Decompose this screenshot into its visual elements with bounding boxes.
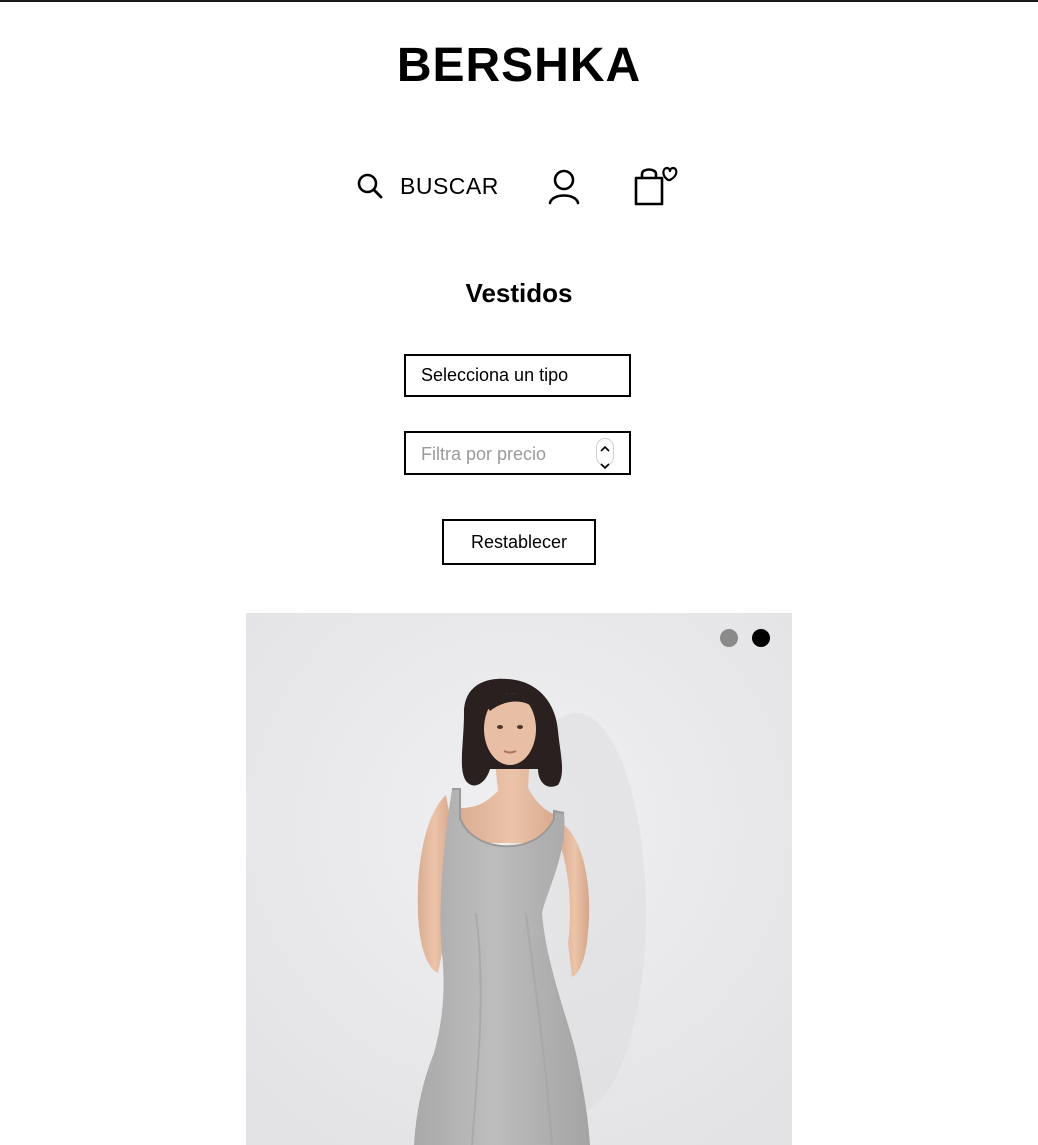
type-select-value: Selecciona un tipo bbox=[421, 365, 569, 385]
page-title: Vestidos bbox=[465, 278, 573, 308]
user-icon bbox=[546, 169, 582, 210]
carousel-dot-2[interactable] bbox=[752, 629, 770, 647]
carousel-dot-1[interactable] bbox=[720, 629, 738, 647]
header-toolbar: BUSCAR bbox=[0, 160, 1038, 212]
chevron-down-icon[interactable] bbox=[600, 457, 610, 475]
account-button[interactable] bbox=[546, 168, 582, 211]
image-carousel-dots bbox=[720, 629, 770, 647]
type-select[interactable]: Selecciona un tipo bbox=[404, 354, 631, 397]
top-border bbox=[0, 0, 1038, 2]
shopping-bag-heart-icon bbox=[632, 166, 684, 212]
chevron-up-icon[interactable] bbox=[600, 439, 610, 457]
search-button[interactable]: BUSCAR bbox=[356, 160, 499, 212]
page: BERSHKA BUSCAR Vestidos Selecciona un ti… bbox=[0, 0, 1038, 1145]
price-filter-input[interactable] bbox=[406, 433, 603, 475]
brand-logo[interactable]: BERSHKA bbox=[0, 38, 1038, 94]
search-icon bbox=[356, 172, 384, 200]
price-filter-field bbox=[404, 431, 631, 475]
product-card[interactable] bbox=[246, 613, 792, 1145]
product-image[interactable] bbox=[246, 613, 792, 1145]
reset-button[interactable]: Restablecer bbox=[442, 519, 596, 565]
search-label: BUSCAR bbox=[400, 172, 499, 199]
wishlist-bag-button[interactable] bbox=[632, 164, 684, 213]
price-stepper[interactable] bbox=[596, 438, 614, 470]
